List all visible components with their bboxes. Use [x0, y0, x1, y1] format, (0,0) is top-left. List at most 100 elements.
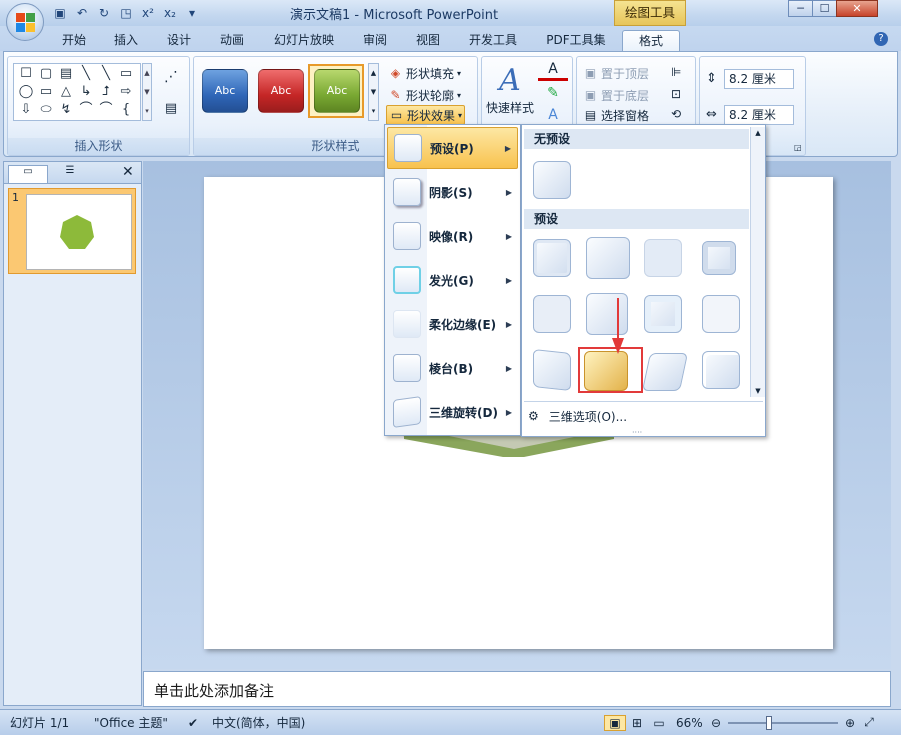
- resize-grip-icon[interactable]: ····: [632, 428, 642, 437]
- preset-option-4[interactable]: [702, 241, 736, 275]
- menu-item-soft-edges[interactable]: 柔化边缘(E) ▶: [387, 303, 518, 345]
- shape-option[interactable]: ⌒: [96, 101, 116, 119]
- shape-effects-button[interactable]: ▭ 形状效果 ▾: [386, 105, 466, 125]
- menu-item-reflection[interactable]: 映像(R) ▶: [387, 215, 518, 257]
- style-blue-button[interactable]: Abc: [202, 69, 248, 113]
- tab-animations[interactable]: 动画: [213, 30, 251, 51]
- tab-home[interactable]: 开始: [55, 30, 93, 51]
- zoom-out-icon[interactable]: ⊖: [708, 716, 724, 730]
- styles-gallery-scroll[interactable]: ▲ ▼ ▾: [368, 63, 379, 121]
- menu-item-glow[interactable]: 发光(G) ▶: [387, 259, 518, 301]
- print-preview-icon[interactable]: ◳: [116, 5, 136, 22]
- shape-option[interactable]: ⬭: [36, 101, 56, 119]
- shapes-gallery[interactable]: ☐ ▢ ▤ ╲ ╲ ▭ ◯ ▭ △ ↳ ⮥ ⇨ ⇩ ⬭ ↯ ⌒ ⌒ {: [13, 63, 141, 121]
- close-pane-icon[interactable]: ✕: [122, 164, 134, 180]
- shape-option[interactable]: ╲: [96, 65, 116, 83]
- preset-option-1[interactable]: [533, 239, 571, 277]
- preset-option-11[interactable]: [641, 353, 689, 391]
- bring-to-front-button[interactable]: ▣ 置于顶层: [583, 63, 649, 83]
- shape-option[interactable]: ▤: [56, 65, 76, 83]
- height-input[interactable]: 8.2 厘米: [724, 69, 794, 89]
- menu-item-bevel[interactable]: 棱台(B) ▶: [387, 347, 518, 389]
- tab-insert[interactable]: 插入: [107, 30, 145, 51]
- preset-option-2[interactable]: [586, 237, 630, 279]
- zoom-in-icon[interactable]: ⊕: [842, 716, 858, 730]
- customize-qat-icon[interactable]: ▾: [182, 5, 202, 22]
- shape-option[interactable]: ▭: [116, 65, 136, 83]
- tab-format[interactable]: 格式: [622, 30, 680, 51]
- normal-view-icon[interactable]: ▣: [604, 714, 626, 731]
- quick-styles-icon[interactable]: A: [492, 63, 528, 99]
- tab-view[interactable]: 视图: [409, 30, 447, 51]
- spellcheck-icon[interactable]: ✔: [188, 716, 208, 730]
- redo-icon[interactable]: ↻: [94, 5, 114, 22]
- text-outline-icon[interactable]: ✎: [538, 85, 568, 105]
- scroll-down-icon[interactable]: ▼: [751, 387, 765, 395]
- preset-none-option[interactable]: [533, 161, 571, 199]
- shape-option[interactable]: ☐: [16, 65, 36, 83]
- undo-icon[interactable]: ↶: [72, 5, 92, 22]
- slide-thumbnail[interactable]: 1: [8, 188, 136, 274]
- zoom-level[interactable]: 66%: [676, 716, 708, 730]
- shape-option[interactable]: ↯: [56, 101, 76, 119]
- maximize-button[interactable]: ☐: [812, 0, 837, 17]
- shape-option[interactable]: ⮥: [96, 83, 116, 101]
- shape-option[interactable]: ⇨: [116, 83, 136, 101]
- preset-scrollbar[interactable]: ▲ ▼: [750, 127, 765, 397]
- superscript-icon[interactable]: x₂: [160, 5, 180, 22]
- notes-field[interactable]: 单击此处添加备注: [143, 671, 891, 707]
- scroll-up-icon[interactable]: ▲: [751, 129, 765, 137]
- menu-item-3d-rotation[interactable]: 三维旋转(D) ▶: [387, 391, 518, 433]
- shape-option[interactable]: ↳: [76, 83, 96, 101]
- shape-fill-button[interactable]: ◈ 形状填充 ▾: [388, 63, 461, 83]
- shape-option[interactable]: △: [56, 83, 76, 101]
- shape-option[interactable]: ⇩: [16, 101, 36, 119]
- minimize-button[interactable]: ─: [788, 0, 813, 17]
- width-input[interactable]: 8.2 厘米: [724, 105, 794, 125]
- shape-option[interactable]: ◯: [16, 83, 36, 101]
- text-fill-icon[interactable]: A: [538, 61, 568, 81]
- zoom-slider[interactable]: [728, 715, 838, 730]
- outline-tab-icon[interactable]: ☰: [50, 165, 90, 183]
- group-objects-icon[interactable]: ⊡: [671, 87, 681, 101]
- tab-design[interactable]: 设计: [160, 30, 198, 51]
- subscript-icon[interactable]: x²: [138, 5, 158, 22]
- shape-option[interactable]: ╲: [76, 65, 96, 83]
- preset-option-12[interactable]: [702, 351, 740, 389]
- fit-window-icon[interactable]: ⤢: [860, 715, 878, 730]
- preset-option-5[interactable]: [533, 295, 571, 333]
- shape-option[interactable]: ▢: [36, 65, 56, 83]
- quick-styles-label[interactable]: 快速样式: [482, 99, 538, 116]
- menu-item-shadow[interactable]: 阴影(S) ▶: [387, 171, 518, 213]
- slide-sorter-icon[interactable]: ⊞: [626, 716, 648, 730]
- send-to-back-button[interactable]: ▣ 置于底层: [583, 85, 649, 105]
- edit-shape-icon[interactable]: ⋰: [158, 69, 184, 89]
- help-icon[interactable]: ?: [874, 32, 888, 46]
- preset-option-7[interactable]: [644, 295, 682, 333]
- shape-option[interactable]: {: [116, 101, 136, 119]
- size-dialog-launcher-icon[interactable]: ◲: [794, 143, 802, 152]
- preset-option-3[interactable]: [644, 239, 682, 277]
- shapes-gallery-scroll[interactable]: ▲ ▼ ▾: [142, 63, 152, 121]
- slides-tab-icon[interactable]: ▭: [8, 165, 48, 183]
- shape-option[interactable]: ▭: [36, 83, 56, 101]
- style-green-button[interactable]: Abc: [314, 69, 360, 113]
- zoom-thumb[interactable]: [766, 715, 772, 730]
- tab-slideshow[interactable]: 幻灯片放映: [266, 30, 342, 51]
- preset-option-9[interactable]: [533, 349, 571, 391]
- tab-pdf-tools[interactable]: PDF工具集: [538, 30, 614, 51]
- close-button[interactable]: ✕: [836, 0, 878, 17]
- tab-developer[interactable]: 开发工具: [461, 30, 525, 51]
- preset-option-8[interactable]: [702, 295, 740, 333]
- shape-outline-button[interactable]: ✎ 形状轮廓 ▾: [388, 85, 461, 105]
- office-button[interactable]: [6, 3, 44, 41]
- slideshow-icon[interactable]: ▭: [648, 716, 670, 730]
- rotate-icon[interactable]: ⟲: [671, 107, 681, 121]
- style-red-button[interactable]: Abc: [258, 69, 304, 113]
- save-icon[interactable]: ▣: [50, 5, 70, 22]
- selection-pane-button[interactable]: ▤ 选择窗格: [583, 105, 649, 125]
- tab-review[interactable]: 审阅: [356, 30, 394, 51]
- 3d-options-link[interactable]: ⚙ 三维选项(O)...: [528, 405, 728, 427]
- menu-item-preset[interactable]: 预设(P) ▶: [387, 127, 518, 169]
- shape-option[interactable]: ⌒: [76, 101, 96, 119]
